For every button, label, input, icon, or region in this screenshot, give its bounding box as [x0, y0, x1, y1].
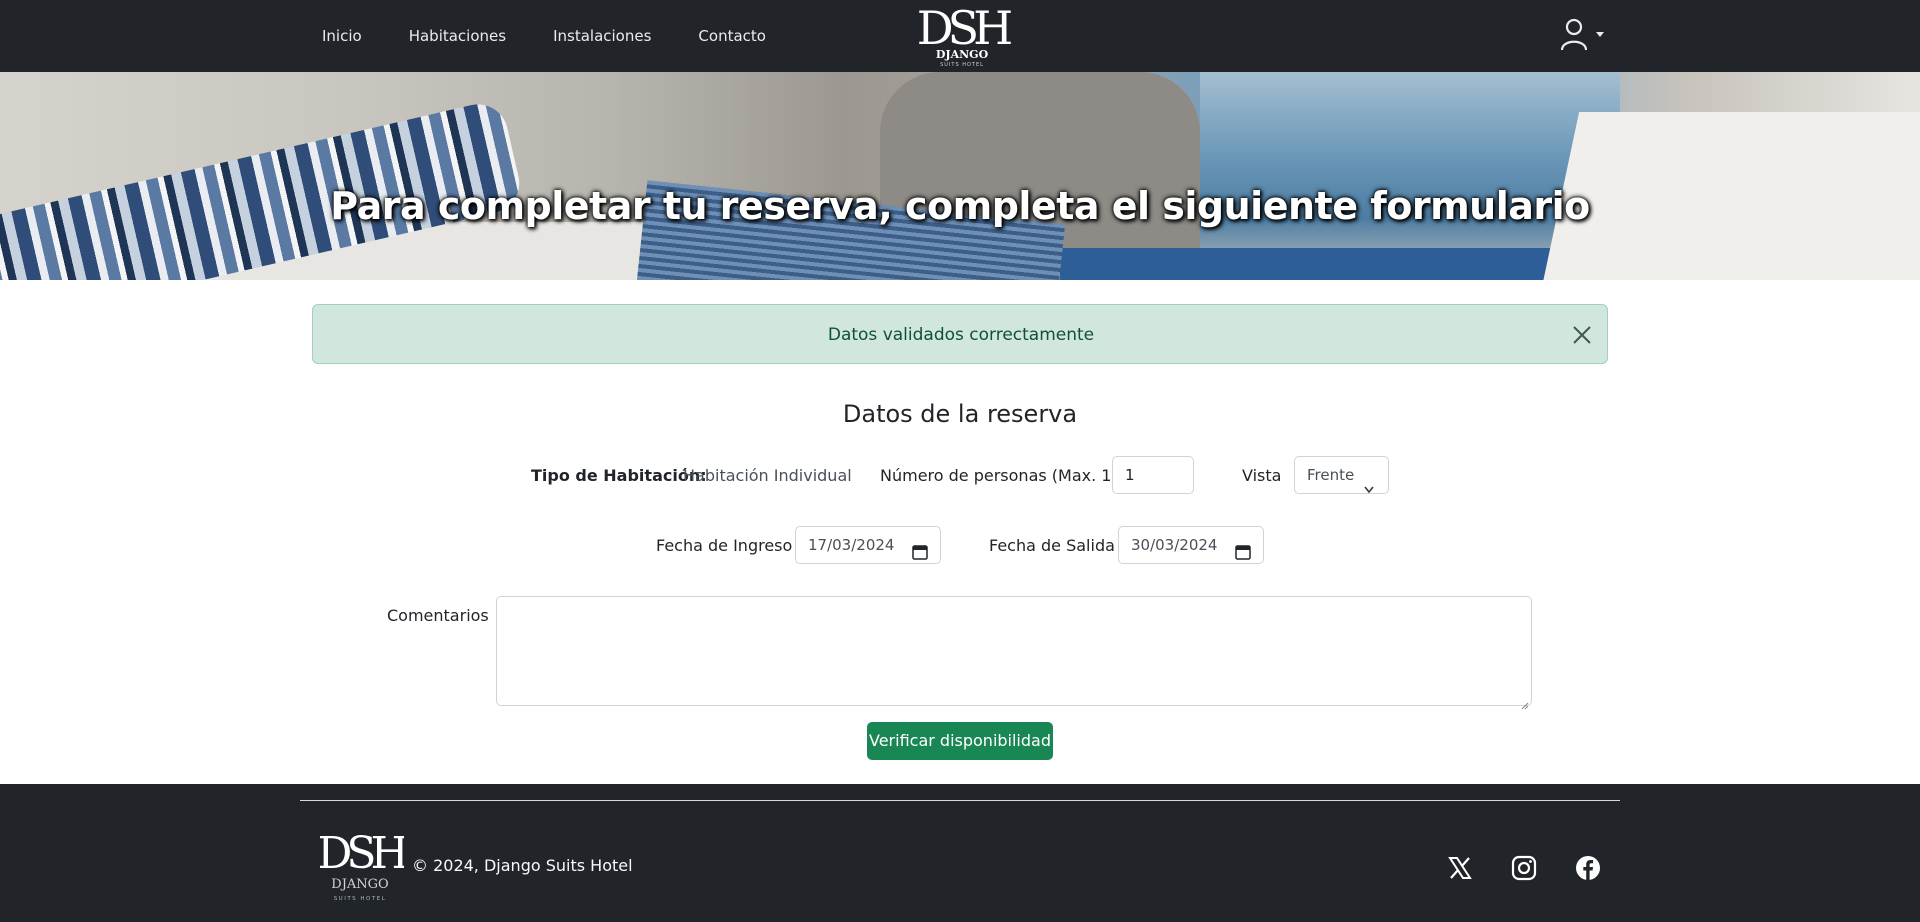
checkin-label: Fecha de Ingreso [656, 536, 793, 555]
alert-message: Datos validados correctamente [827, 325, 1095, 345]
footer-logo-tagline: SUITS HOTEL [334, 896, 387, 902]
people-input-value: 1 [1125, 466, 1135, 484]
footer-logo[interactable]: DSH DJANGO SUITS HOTEL [317, 826, 412, 904]
close-icon[interactable] [1571, 324, 1593, 346]
navbar: Inicio Habitaciones Instalaciones Contac… [0, 0, 1920, 72]
checkout-date-value: 30/03/2024 [1131, 536, 1218, 554]
x-twitter-icon[interactable] [1446, 854, 1474, 882]
user-menu-toggle[interactable] [1560, 18, 1604, 54]
nav-link-habitaciones[interactable]: Habitaciones [409, 27, 506, 45]
comments-textarea[interactable] [496, 596, 1532, 710]
footer-logo-name: DJANGO [331, 877, 388, 892]
verify-availability-button[interactable]: Verificar disponibilidad [867, 722, 1053, 760]
view-select-value: Frente [1307, 466, 1355, 484]
view-select[interactable]: Frente [1294, 456, 1389, 494]
form-title: Datos de la reserva [842, 400, 1078, 428]
chevron-down-icon [1596, 31, 1604, 37]
people-label: Número de personas (Max. 1): [880, 466, 1124, 485]
footer-logo-monogram: DSH [320, 828, 404, 879]
resize-handle-icon[interactable] [1521, 695, 1529, 710]
chevron-down-icon [1364, 471, 1374, 494]
hero-banner: Para completar tu reserva, completa el s… [0, 72, 1920, 280]
checkout-label: Fecha de Salida [989, 536, 1115, 555]
instagram-icon[interactable] [1510, 854, 1538, 882]
comments-label: Comentarios [387, 606, 489, 625]
room-type-value: Habitación Individual [683, 466, 852, 485]
user-icon [1560, 17, 1588, 55]
success-alert: Datos validados correctamente [312, 304, 1608, 364]
checkin-date-value: 17/03/2024 [808, 536, 895, 554]
footer: DSH DJANGO SUITS HOTEL © 2024, Django Su… [0, 784, 1920, 922]
checkout-date-input[interactable]: 30/03/2024 [1118, 526, 1264, 564]
calendar-icon[interactable] [1235, 537, 1251, 560]
facebook-icon[interactable] [1574, 854, 1602, 882]
hero-title: Para completar tu reserva, completa el s… [330, 184, 1590, 228]
calendar-icon[interactable] [912, 537, 928, 560]
brand-tagline: SUITS HOTEL [940, 62, 984, 68]
nav-link-instalaciones[interactable]: Instalaciones [553, 27, 651, 45]
footer-divider [300, 800, 1620, 801]
people-input[interactable]: 1 [1112, 456, 1194, 494]
nav-link-contacto[interactable]: Contacto [698, 27, 766, 45]
nav-links: Inicio Habitaciones Instalaciones Contac… [322, 0, 813, 72]
view-label: Vista [1242, 466, 1282, 485]
room-type-label: Tipo de Habitación: [531, 466, 707, 485]
brand-logo[interactable]: DSH DJANGO SUITS HOTEL [912, 2, 1012, 68]
copyright-text: © 2024, Django Suits Hotel [412, 856, 633, 875]
checkin-date-input[interactable]: 17/03/2024 [795, 526, 941, 564]
brand-name: DJANGO [936, 48, 989, 61]
nav-link-inicio[interactable]: Inicio [322, 27, 362, 45]
hero-image-rug [1060, 248, 1620, 280]
